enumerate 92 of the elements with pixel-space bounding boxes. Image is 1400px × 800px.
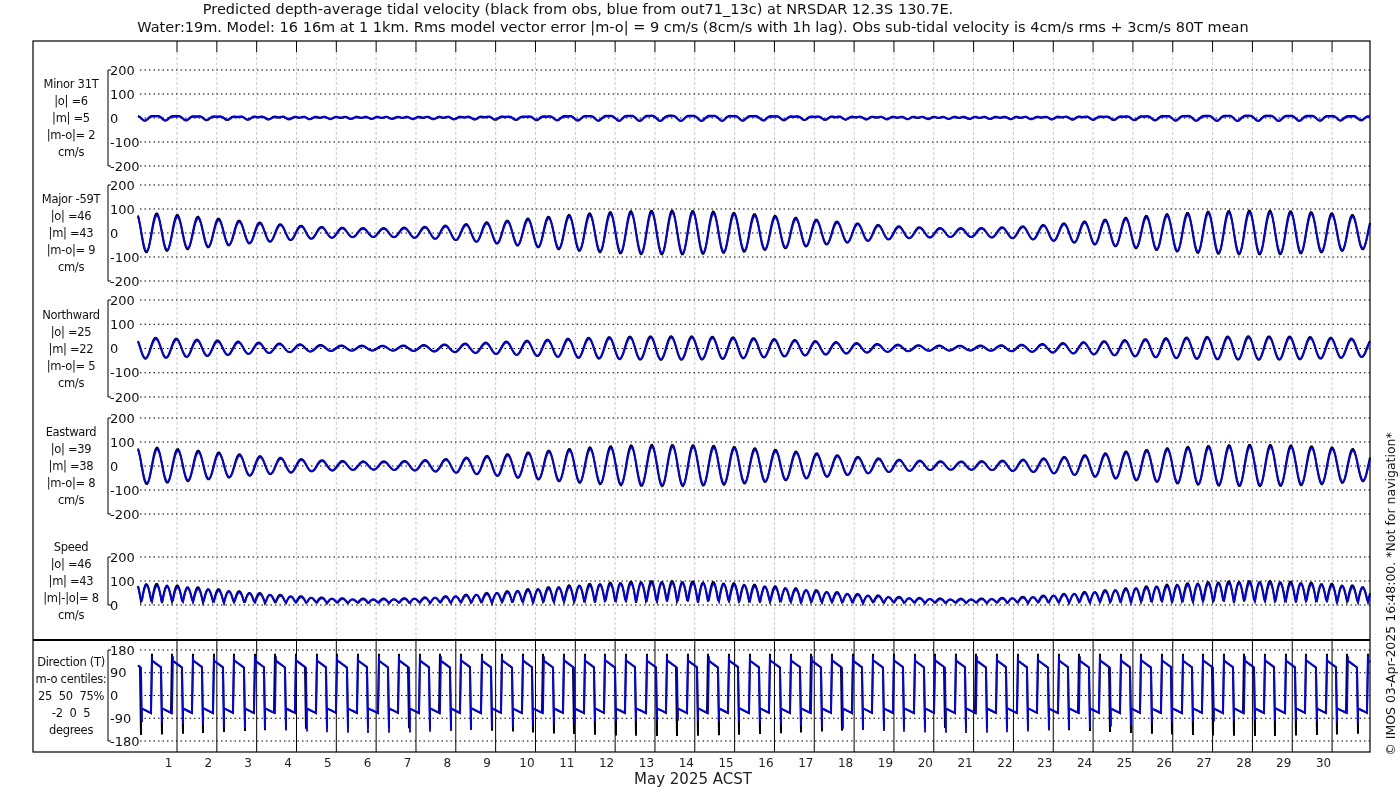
panel-label: |m| =5: [52, 111, 90, 125]
panel-label: |m-o|= 5: [46, 358, 96, 373]
x-tick-label: 26: [1156, 756, 1172, 770]
panel-label: |o| =46: [50, 209, 92, 224]
x-tick-label: 5: [324, 756, 332, 770]
panel-label: |m-o|= 8: [46, 475, 96, 490]
panel-label: |m| =38: [48, 459, 94, 473]
chart-subtitle: Water:19m. Model: 16 16m at 1 1km. Rms model vector error |m-o| = 9 cm/s (8cm/s with 1h lag). Obs sub-tidal velocity is 4cm/s rms + 3cm/s 80T mean: [137, 19, 1249, 35]
x-tick-label: 7: [403, 756, 412, 770]
panel-label: |m-o|= 9: [46, 242, 96, 257]
panel-label: Direction (T): [37, 655, 105, 670]
x-tick-label: 30: [1315, 756, 1332, 770]
panel-label: Speed: [53, 540, 89, 555]
panel-label: Eastward: [45, 425, 97, 440]
panel-label: |m|-|o|= 8: [43, 590, 99, 605]
panel-label: Minor 31T: [43, 77, 99, 92]
panel-label: |m| =43: [48, 574, 94, 588]
panel-label: |m-o|= 2: [46, 127, 96, 142]
y-tick-label: 100: [110, 201, 135, 217]
y-tick-label: 200: [110, 410, 135, 426]
y-tick-label: 0: [110, 225, 119, 241]
x-tick-label: 14: [678, 756, 694, 770]
panel-label: |o| =46: [50, 557, 92, 572]
x-tick-label: 29: [1276, 756, 1292, 770]
x-tick-label: 23: [1037, 756, 1053, 770]
panel-label: |o| =6: [54, 94, 88, 109]
panel-label: cm/s: [57, 375, 85, 390]
y-tick-label: 100: [110, 86, 135, 102]
y-tick-label: -200: [110, 506, 140, 522]
y-tick-label: -200: [110, 273, 140, 289]
x-tick-label: 27: [1196, 756, 1212, 770]
y-tick-label: 90: [110, 665, 127, 681]
panel-label: -2 0 5: [51, 705, 91, 720]
x-tick-label: 11: [559, 756, 575, 770]
y-tick-label: -100: [110, 365, 140, 381]
panel-label: |m| =22: [48, 342, 94, 356]
y-tick-label: -90: [110, 710, 132, 726]
y-tick-label: -200: [110, 389, 140, 405]
x-tick-label: 3: [244, 756, 252, 770]
y-tick-label: 0: [110, 458, 119, 474]
y-tick-label: 100: [110, 316, 135, 332]
y-tick-label: -100: [110, 249, 140, 265]
y-tick-label: -200: [110, 158, 140, 174]
y-tick-label: 0: [110, 688, 119, 703]
x-tick-label: 13: [638, 756, 655, 770]
x-tick-label: 28: [1236, 756, 1252, 770]
x-tick-label: 9: [483, 756, 491, 770]
x-tick-label: 1: [164, 756, 173, 770]
x-tick-label: 4: [284, 756, 292, 770]
x-tick-label: 15: [718, 756, 734, 770]
panel-label: cm/s: [57, 259, 85, 274]
y-tick-label: 200: [110, 177, 135, 193]
y-tick-label: 100: [110, 573, 135, 589]
y-tick-label: 0: [110, 341, 119, 356]
x-axis-label: May 2025 ACST: [634, 770, 752, 788]
y-tick-label: 100: [110, 434, 135, 450]
x-tick-label: 25: [1116, 756, 1133, 770]
y-tick-label: 200: [110, 292, 135, 308]
chart-title: Predicted depth-average tidal velocity (black from obs, blue from out71_13c) at NRSDAR 12.3S 130.7E.: [202, 1, 954, 17]
panel-label: |m| =43: [48, 226, 94, 240]
x-tick-label: 10: [519, 756, 535, 770]
panel-label: |o| =25: [50, 325, 92, 340]
x-tick-label: 18: [837, 756, 854, 770]
y-tick-label: -100: [110, 134, 140, 150]
y-tick-label: 200: [110, 549, 135, 565]
y-tick-label: -100: [110, 482, 140, 498]
panel-label: cm/s: [57, 144, 85, 159]
panel-label: 25 50 75%: [37, 689, 105, 703]
x-tick-label: 8: [443, 756, 452, 770]
x-tick-label: 2: [204, 756, 213, 770]
copyright-note: © IMOS 03-Apr-2025 16:48:00. *Not for navigation*: [1382, 432, 1398, 756]
panel-label: m-o centiles:: [35, 672, 107, 687]
panel-label: degrees: [48, 722, 94, 737]
panel-label: cm/s: [57, 492, 85, 507]
x-tick-label: 6: [363, 756, 372, 770]
panel-label: Northward: [42, 308, 100, 323]
x-tick-label: 19: [877, 756, 894, 770]
x-tick-label: 24: [1076, 756, 1093, 770]
x-tick-label: 21: [957, 756, 973, 770]
y-tick-label: 0: [110, 110, 119, 126]
y-tick-label: 180: [110, 642, 135, 658]
panel-label: |o| =39: [50, 442, 92, 457]
y-tick-label: -180: [110, 733, 140, 749]
x-tick-label: 22: [997, 756, 1013, 770]
y-tick-label: 200: [110, 62, 135, 78]
y-tick-label: 0: [110, 597, 119, 613]
x-tick-label: 16: [758, 756, 774, 770]
x-tick-label: 12: [599, 756, 615, 770]
panel-label: cm/s: [57, 607, 85, 622]
x-tick-label: 17: [798, 756, 814, 770]
panel-label: Major -59T: [41, 192, 101, 207]
x-tick-label: 20: [917, 756, 933, 770]
